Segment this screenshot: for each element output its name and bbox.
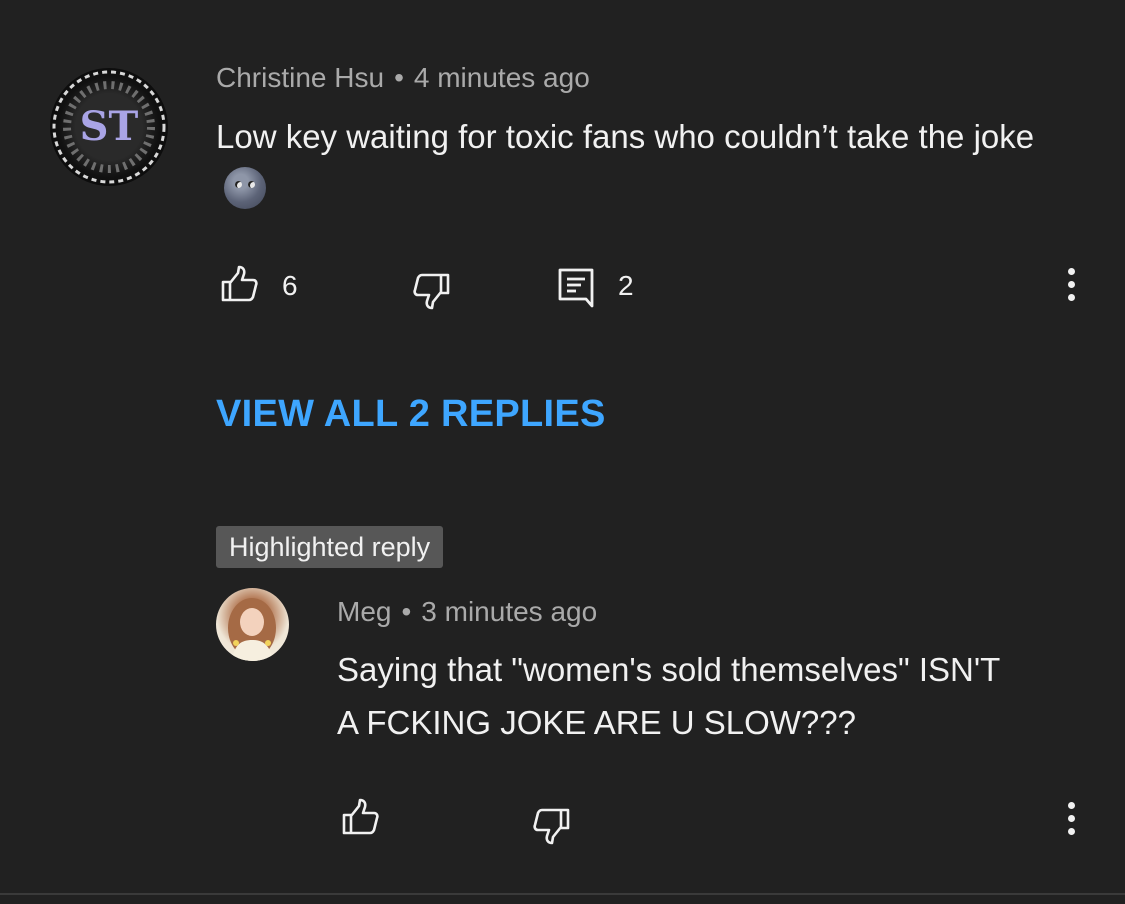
highlighted-reply-badge: Highlighted reply	[216, 526, 444, 568]
reply-time: 3 minutes ago	[421, 596, 598, 627]
comment-time: 4 minutes ago	[413, 62, 590, 93]
reply-text-line: Saying that "women's sold themselves" IS…	[337, 651, 1001, 688]
reply-text: Saying that "women's sold themselves" IS…	[337, 643, 1097, 749]
reply-author[interactable]: Meg	[337, 596, 391, 627]
reply-avatar[interactable]	[216, 588, 289, 661]
comment-meta: Christine Hsu • 4 minutes ago	[216, 62, 590, 94]
comment-text: Low key waiting for toxic fans who could…	[216, 110, 1076, 216]
view-replies-button[interactable]: VIEW ALL 2 REPLIES	[216, 393, 606, 436]
avatar-monogram: ST	[80, 103, 139, 150]
reply-like-icon[interactable]	[339, 796, 381, 838]
new-moon-face-icon	[224, 167, 266, 209]
reply-dislike-icon[interactable]	[531, 805, 573, 847]
reply-more-options-icon[interactable]	[1066, 802, 1076, 835]
reply-meta: Meg • 3 minutes ago	[337, 596, 597, 628]
reply-count: 2	[618, 270, 634, 301]
reply-avatar-portrait-icon	[228, 598, 276, 661]
like-count: 6	[282, 270, 298, 301]
reply-icon[interactable]	[556, 266, 598, 308]
dislike-icon[interactable]	[411, 270, 453, 312]
comment-text-content: Low key waiting for toxic fans who could…	[216, 118, 1035, 155]
reply-text-line: A FCKING JOKE ARE U SLOW???	[337, 704, 856, 741]
more-options-icon[interactable]	[1066, 268, 1076, 301]
avatar-logo-icon: ST	[52, 70, 166, 184]
meta-separator: •	[401, 596, 412, 627]
like-icon[interactable]	[218, 263, 260, 305]
avatar[interactable]: ST	[50, 68, 168, 186]
divider	[0, 893, 1125, 895]
meta-separator: •	[394, 62, 404, 93]
comment-author[interactable]: Christine Hsu	[216, 62, 384, 93]
